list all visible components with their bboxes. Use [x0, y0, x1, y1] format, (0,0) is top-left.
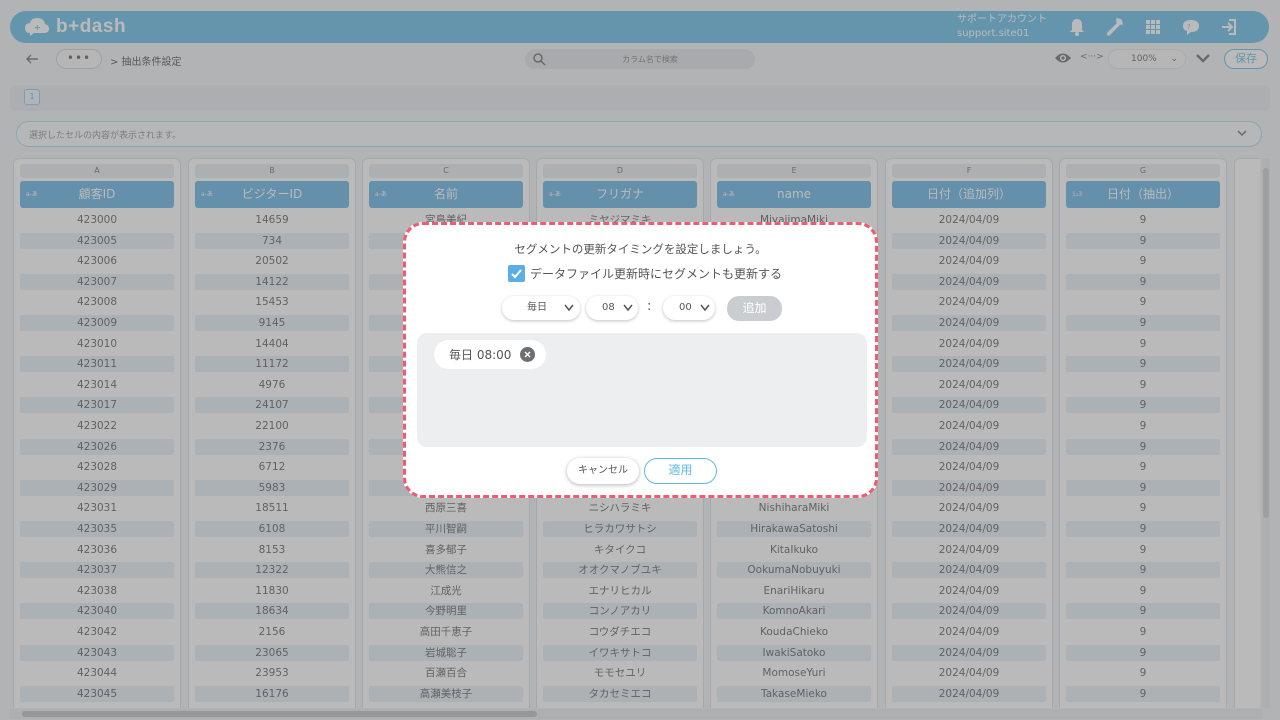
apply-button[interactable]: 適用 — [644, 458, 717, 484]
cancel-button[interactable]: キャンセル — [567, 458, 639, 484]
remove-schedule-icon[interactable] — [520, 347, 536, 362]
frequency-value: 毎日 — [527, 302, 547, 313]
minute-select[interactable]: 00 — [663, 296, 715, 320]
dialog-title: セグメントの更新タイミングを設定しましょう。 — [514, 242, 767, 256]
minute-value: 00 — [679, 302, 692, 313]
chevron-down-icon — [623, 304, 633, 312]
checkmark-icon — [511, 269, 522, 279]
add-schedule-button[interactable]: 追加 — [727, 296, 782, 321]
checkbox-label: データファイル更新時にセグメントも更新する — [530, 267, 783, 281]
update-with-datafile-option[interactable]: データファイル更新時にセグメントも更新する — [508, 265, 782, 282]
frequency-select[interactable]: 毎日 — [502, 296, 580, 320]
time-separator: : — [647, 299, 652, 314]
checkbox[interactable] — [508, 265, 525, 282]
segment-update-dialog: セグメントの更新タイミングを設定しましょう。 データファイル更新時にセグメントも… — [403, 222, 878, 498]
schedule-list: 毎日 08:00 — [417, 333, 867, 447]
schedule-chip: 毎日 08:00 — [434, 340, 547, 369]
hour-select[interactable]: 08 — [586, 296, 638, 320]
chevron-down-icon — [700, 304, 710, 312]
schedule-chip-label: 毎日 08:00 — [449, 348, 512, 362]
chevron-down-icon — [564, 304, 574, 312]
hour-value: 08 — [602, 302, 615, 313]
